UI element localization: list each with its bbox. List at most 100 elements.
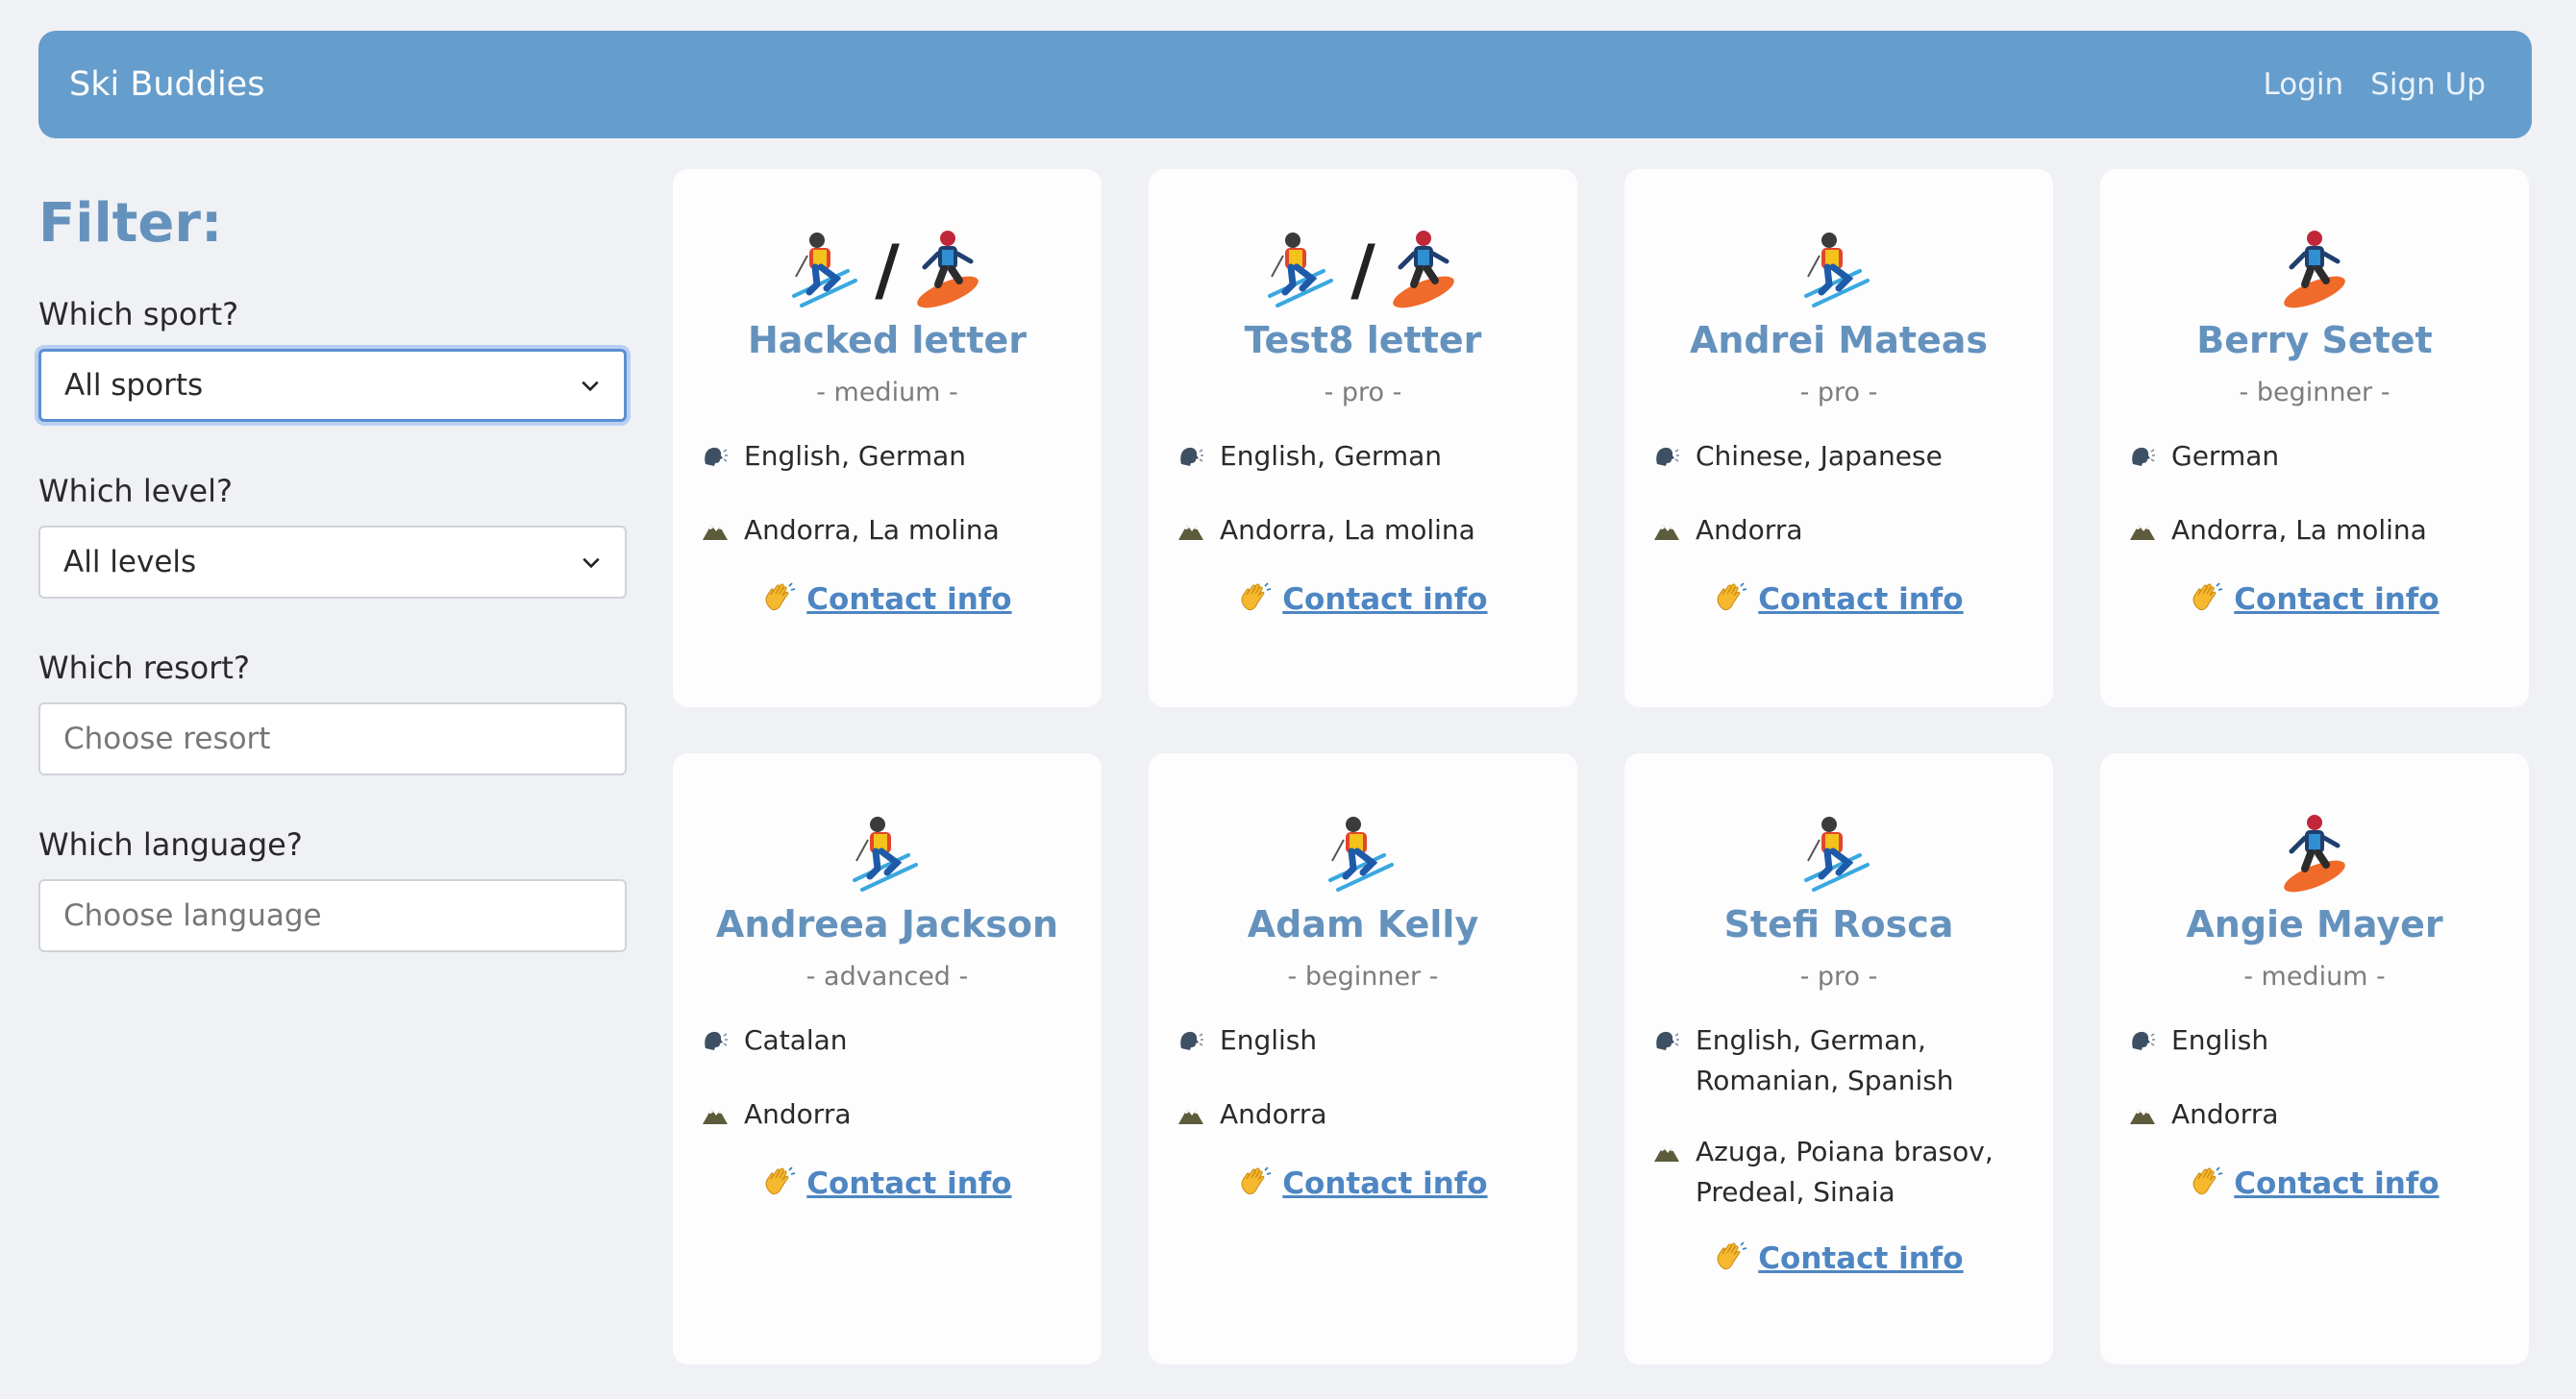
- sport-separator: /: [875, 231, 900, 309]
- mountain-icon: [2130, 525, 2155, 540]
- contact-info-link[interactable]: Contact info: [1282, 582, 1487, 617]
- buddy-languages-row: German: [2100, 436, 2529, 479]
- buddy-languages-row: English: [1149, 1020, 1577, 1064]
- buddy-card: Andreea Jackson - advanced - Catalan Ando…: [673, 753, 1102, 1364]
- sport-icons: [1624, 229, 2053, 311]
- login-link[interactable]: Login: [2264, 67, 2344, 102]
- signup-link[interactable]: Sign Up: [2370, 67, 2486, 102]
- resort-label: Which resort?: [38, 650, 250, 686]
- chevron-down-icon: [582, 380, 599, 392]
- language-icon-wrap: [2129, 436, 2171, 479]
- mountain-icon: [703, 525, 728, 540]
- sport-select-value: All sports: [64, 368, 204, 403]
- buddy-name: Hacked letter: [747, 319, 1028, 361]
- sport-icons: [673, 813, 1102, 896]
- skier-icon: [1328, 817, 1394, 892]
- buddy-name: Test8 letter: [1244, 319, 1482, 361]
- contact-info-link[interactable]: Contact info: [806, 582, 1011, 617]
- buddy-languages-row: English, German: [673, 436, 1102, 479]
- skier-icon: [1804, 233, 1870, 307]
- buddy-languages: German: [2171, 440, 2280, 472]
- resort-input[interactable]: [38, 702, 627, 775]
- skier-icon: [792, 233, 858, 307]
- contact-info-link[interactable]: Contact info: [806, 1166, 1011, 1201]
- navbar: Ski Buddies Login Sign Up: [38, 31, 2532, 138]
- snowboarder-icon: [1392, 231, 1454, 308]
- speaking-head-icon: [705, 1031, 728, 1050]
- contact-row: Contact info: [2100, 582, 2529, 617]
- waving-hand-icon: [1718, 582, 1747, 611]
- mountain-icon: [1654, 525, 1679, 540]
- buddy-level: - pro -: [1799, 378, 1878, 407]
- buddy-name: Berry Setet: [2196, 319, 2433, 361]
- speaking-head-icon: [705, 447, 728, 466]
- buddy-level: - beginner -: [2239, 378, 2390, 407]
- buddy-resorts: Andorra: [1696, 514, 1803, 546]
- buddy-resorts: Andorra, La molina: [2171, 514, 2427, 546]
- speaking-head-icon: [1656, 447, 1679, 466]
- resort-icon-wrap: [2129, 510, 2171, 553]
- contact-info-link[interactable]: Contact info: [1758, 582, 1963, 617]
- buddy-languages: English, German: [744, 440, 967, 472]
- buddy-card: Adam Kelly - beginner - English Andorra C…: [1149, 753, 1577, 1364]
- waving-hand-icon: [1242, 1166, 1272, 1195]
- contact-row: Contact info: [1624, 1241, 2053, 1276]
- sport-icons: /: [673, 229, 1102, 311]
- sport-icons: [2100, 229, 2529, 311]
- contact-info-link[interactable]: Contact info: [1282, 1166, 1487, 1201]
- chevron-down-icon: [582, 557, 600, 569]
- buddy-level: - medium -: [816, 378, 958, 407]
- speaking-head-icon: [1656, 1031, 1679, 1050]
- mountain-icon: [2130, 1109, 2155, 1124]
- buddy-card: Andrei Mateas - pro - Chinese, Japanese A…: [1624, 169, 2053, 707]
- skier-icon: [853, 817, 918, 892]
- waving-hand-icon: [766, 1166, 796, 1195]
- buddy-resorts: Andorra: [1220, 1098, 1327, 1130]
- contact-row: Contact info: [1149, 1166, 1577, 1201]
- buddy-name: Stefi Rosca: [1723, 903, 1954, 945]
- waving-hand-icon: [1242, 582, 1272, 611]
- sport-icons: [1149, 813, 1577, 896]
- contact-info-link[interactable]: Contact info: [1758, 1241, 1963, 1276]
- buddy-resorts: Azuga, Poiana brasov, Predeal, Sinaia: [1696, 1136, 1994, 1208]
- buddy-level: - pro -: [1324, 378, 1402, 407]
- filter-title: Filter:: [38, 192, 223, 255]
- skier-icon: [1268, 233, 1334, 307]
- language-input[interactable]: [38, 879, 627, 952]
- buddy-level: - beginner -: [1287, 962, 1439, 992]
- mountain-icon: [703, 1109, 728, 1124]
- language-icon-wrap: [1653, 436, 1696, 479]
- buddy-card: / Hacked letter - medium - English, Germa…: [673, 169, 1102, 707]
- language-icon-wrap: [1653, 1020, 1696, 1101]
- buddy-resorts: Andorra: [2171, 1098, 2279, 1130]
- buddy-name: Andreea Jackson: [715, 903, 1059, 945]
- resort-icon-wrap: [1653, 1132, 1696, 1213]
- level-select-value: All levels: [63, 545, 197, 579]
- buddy-languages: English, German: [1220, 440, 1443, 472]
- buddy-languages: English, German, Romanian, Spanish: [1696, 1024, 1954, 1096]
- mountain-icon: [1654, 1146, 1679, 1162]
- sport-select[interactable]: All sports: [38, 349, 627, 422]
- buddy-languages-row: English: [2100, 1020, 2529, 1064]
- resort-icon-wrap: [1653, 510, 1696, 553]
- waving-hand-icon: [2193, 1166, 2223, 1195]
- brand-logo[interactable]: Ski Buddies: [69, 65, 264, 104]
- resort-icon-wrap: [702, 1094, 744, 1138]
- level-select[interactable]: All levels: [38, 526, 627, 599]
- buddy-card: / Test8 letter - pro - English, German An…: [1149, 169, 1577, 707]
- buddy-card: Berry Setet - beginner - German Andorra, …: [2100, 169, 2529, 707]
- sport-icons: [2100, 813, 2529, 896]
- contact-info-link[interactable]: Contact info: [2234, 582, 2439, 617]
- language-icon-wrap: [2129, 1020, 2171, 1064]
- buddy-card: Stefi Rosca - pro - English, German, Roma…: [1624, 753, 2053, 1364]
- buddy-resorts-row: Andorra, La molina: [1149, 510, 1577, 553]
- snowboarder-icon: [2284, 231, 2345, 308]
- language-icon-wrap: [702, 1020, 744, 1064]
- speaking-head-icon: [1180, 1031, 1203, 1050]
- buddy-resorts-row: Andorra, La molina: [673, 510, 1102, 553]
- buddy-languages: English: [1220, 1024, 1318, 1056]
- resort-icon-wrap: [2129, 1094, 2171, 1138]
- buddy-level: - medium -: [2243, 962, 2386, 992]
- contact-info-link[interactable]: Contact info: [2234, 1166, 2439, 1201]
- buddy-name: Angie Mayer: [2186, 903, 2443, 945]
